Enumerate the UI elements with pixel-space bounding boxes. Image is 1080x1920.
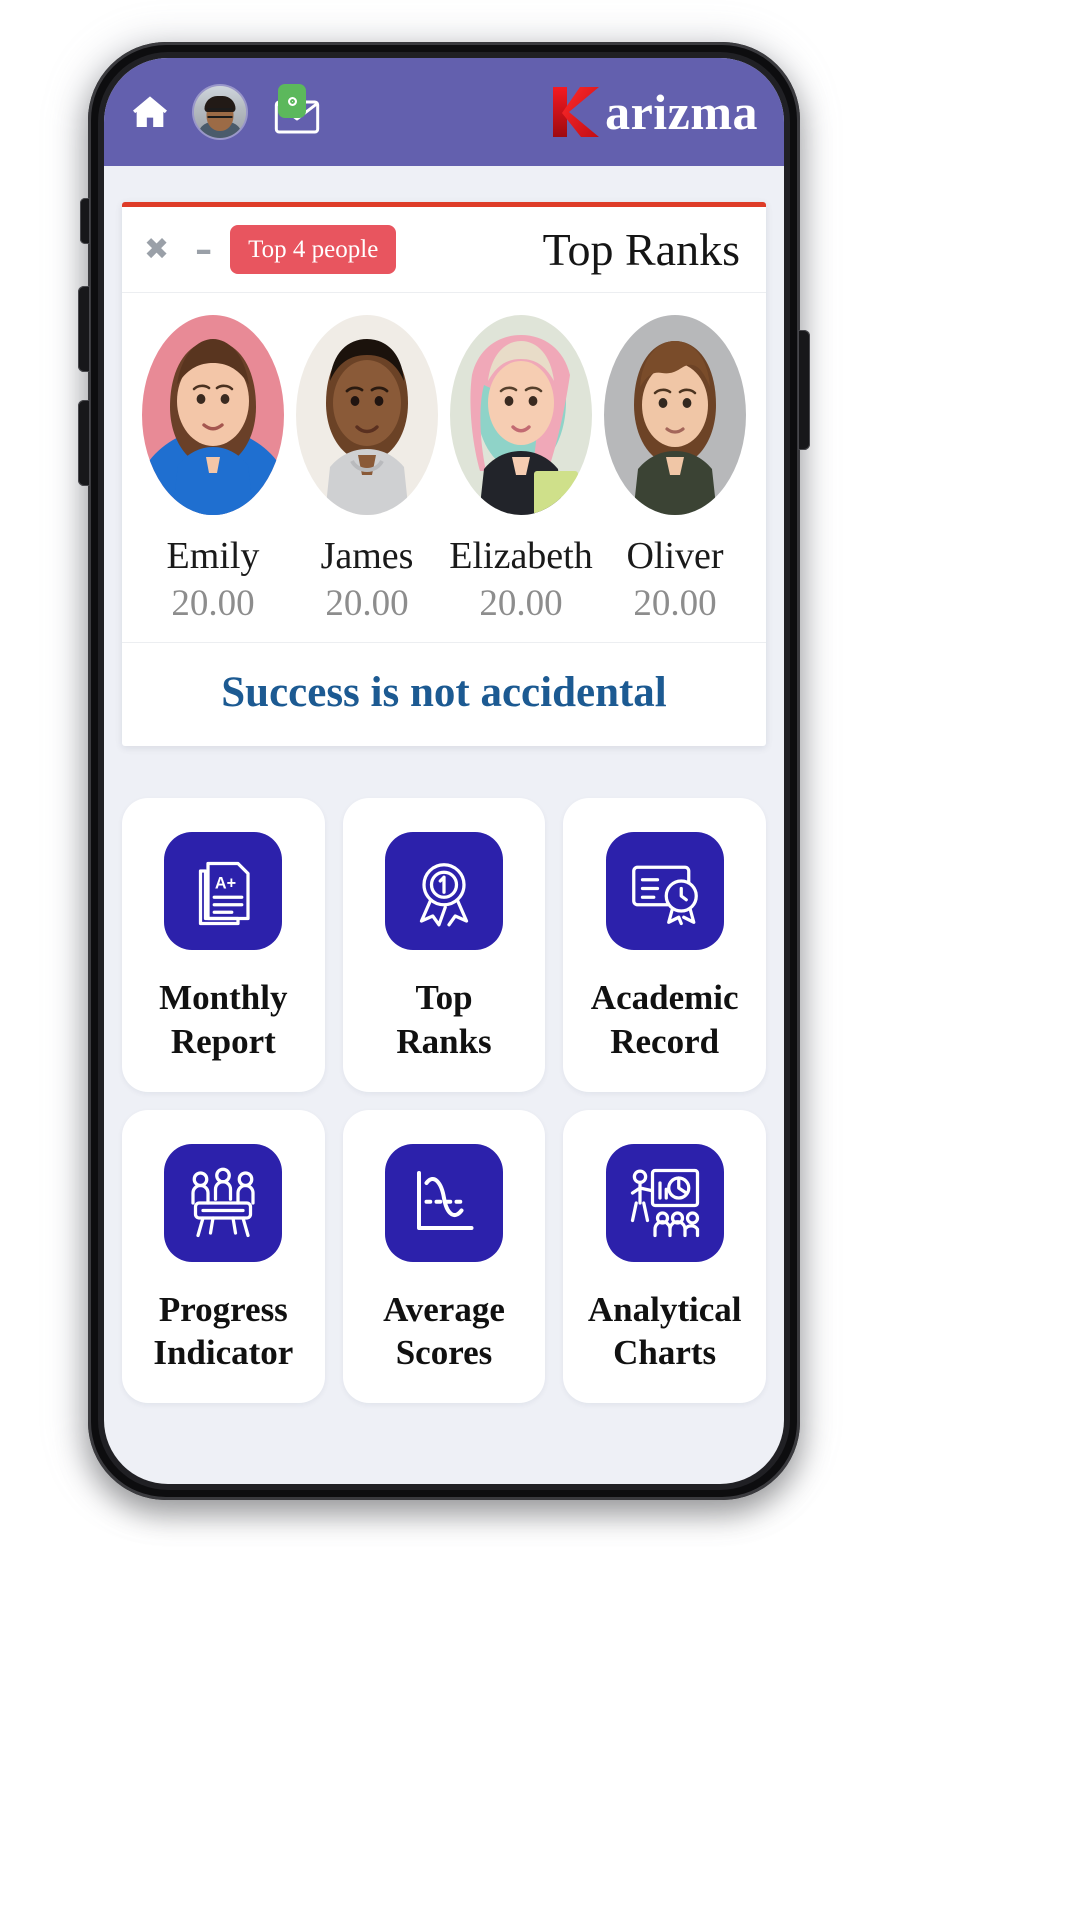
page-title: Top Ranks [542,223,740,275]
group-meeting-icon [164,1143,283,1262]
certificate-badge-icon [605,832,724,950]
tile-academic-record[interactable]: Academic Record [563,798,766,1092]
list-item-name: Oliver [626,535,724,577]
power-button[interactable] [798,330,810,450]
screenshot-root: arizma ✖ – Top 4 people Top Ranks Emily … [0,0,1080,1920]
list-item-name: Elizabeth [449,535,593,577]
app-topbar: arizma [104,58,784,166]
list-item-score: 20.00 [171,582,255,624]
topbar-left-group [130,84,324,138]
line-chart-icon [384,1143,503,1262]
top-ranks-card: ✖ – Top 4 people Top Ranks Emily 20.00 J… [122,202,766,747]
tile-label: Average Scores [383,1289,505,1373]
tile-progress-indicator[interactable]: Progress Indicator [122,1109,325,1403]
close-icon[interactable]: ✖ [144,234,169,265]
brand-k-icon [553,87,600,137]
list-item-score: 20.00 [325,582,409,624]
svg-text:A+: A+ [215,875,236,893]
status-badge[interactable]: Top 4 people [230,225,397,274]
phone-screen: arizma ✖ – Top 4 people Top Ranks Emily … [104,58,784,1484]
avatar [450,315,592,515]
list-item[interactable]: Elizabeth 20.00 [446,315,596,624]
tile-label: Monthly Report [159,978,288,1061]
home-icon[interactable] [130,92,170,132]
tile-label: Top Ranks [396,978,492,1061]
avatar-glasses [207,108,233,119]
brand-logo: arizma [549,82,758,142]
feature-tile-grid: A+ Monthly Report Top Ranks Academic Rec… [122,798,766,1403]
card-header: ✖ – Top 4 people Top Ranks [122,207,766,293]
notification-badge [278,84,306,118]
volume-down-button[interactable] [78,400,90,486]
tile-label: Analytical Charts [587,1289,742,1373]
avatar [604,315,746,515]
list-item-name: Emily [166,535,260,577]
tile-average-scores[interactable]: Average Scores [342,1109,546,1403]
avatar [296,315,438,515]
quote-text: Success is not accidental [221,668,667,716]
list-item[interactable]: James 20.00 [292,315,442,624]
tile-monthly-report[interactable]: A+ Monthly Report [122,798,325,1092]
brand-name: arizma [605,84,758,140]
tile-analytical-charts[interactable]: Analytical Charts [563,1109,766,1403]
list-item[interactable]: Oliver 20.00 [600,315,750,624]
presentation-chart-icon [605,1143,724,1262]
motivational-quote: Success is not accidental [122,641,766,746]
document-grade-icon: A+ [164,832,283,950]
award-medal-icon [384,832,503,950]
minimize-icon[interactable]: – [195,233,212,267]
avatar [142,315,284,515]
mute-switch[interactable] [80,198,90,244]
mail-icon[interactable] [270,84,324,138]
avatar[interactable] [194,86,246,138]
list-item[interactable]: Emily 20.00 [138,315,288,624]
tile-label: Progress Indicator [153,1289,294,1373]
list-item-score: 20.00 [479,582,563,624]
notification-dot [287,96,297,106]
volume-up-button[interactable] [78,286,90,372]
list-item-score: 20.00 [633,582,717,624]
tile-label: Academic Record [590,978,739,1061]
list-item-name: James [320,535,414,577]
tile-top-ranks[interactable]: Top Ranks [342,798,546,1092]
top-ranks-list: Emily 20.00 James 20.00 Elizabeth 20.00 … [122,293,766,642]
